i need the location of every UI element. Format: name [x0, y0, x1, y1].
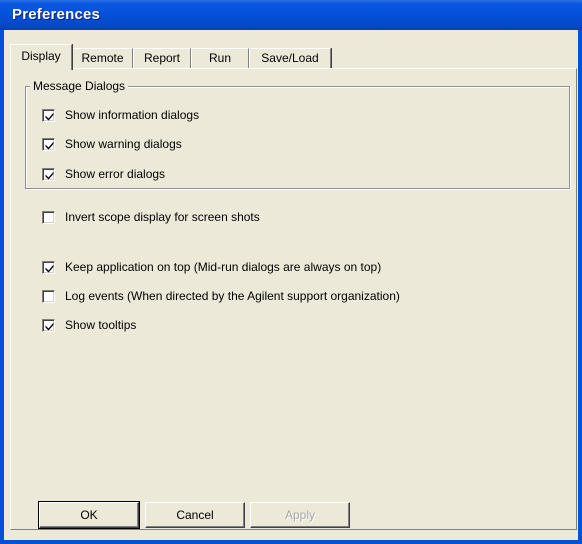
window-frame-left	[0, 30, 4, 544]
show-tooltips-checkbox[interactable]	[42, 319, 55, 332]
preferences-dialog: Preferences Display Remote Report Run Sa…	[0, 0, 582, 544]
tab-remote-label: Remote	[81, 51, 124, 65]
keep-on-top-checkbox[interactable]	[42, 261, 55, 274]
invert-scope-label: Invert scope display for screen shots	[65, 210, 260, 224]
window-title: Preferences	[12, 6, 101, 23]
tab-run[interactable]: Run	[191, 48, 249, 68]
tab-remote[interactable]: Remote	[72, 48, 133, 68]
show-error-dialogs-label: Show error dialogs	[65, 167, 166, 181]
ok-button[interactable]: OK	[38, 501, 140, 529]
window-frame-right	[578, 30, 582, 544]
cancel-button[interactable]: Cancel	[145, 502, 245, 528]
show-warning-dialogs-label: Show warning dialogs	[65, 137, 182, 151]
message-dialogs-legend: Message Dialogs	[30, 79, 129, 93]
tab-save-load-label: Save/Load	[261, 51, 319, 65]
checkmark-icon	[45, 141, 54, 150]
show-error-dialogs-checkbox[interactable]	[42, 168, 55, 181]
title-bar[interactable]: Preferences	[0, 0, 582, 30]
tab-save-load[interactable]: Save/Load	[249, 48, 331, 68]
show-information-dialogs-checkbox[interactable]	[42, 109, 55, 122]
apply-button[interactable]: Apply	[250, 502, 350, 528]
checkmark-icon	[45, 322, 54, 331]
show-information-dialogs-label: Show information dialogs	[65, 108, 200, 122]
invert-scope-checkbox[interactable]	[42, 211, 55, 224]
tab-report[interactable]: Report	[133, 48, 191, 68]
tab-display-label: Display	[21, 49, 61, 63]
checkmark-icon	[45, 171, 54, 180]
show-warning-dialogs-checkbox[interactable]	[42, 138, 55, 151]
log-events-checkbox[interactable]	[42, 290, 55, 303]
checkmark-icon	[45, 112, 54, 121]
show-tooltips-label: Show tooltips	[65, 318, 137, 332]
tab-run-label: Run	[208, 51, 231, 65]
tab-display[interactable]: Display	[10, 44, 72, 70]
window-frame-bottom	[0, 540, 582, 544]
log-events-label: Log events (When directed by the Agilent…	[65, 289, 400, 303]
keep-on-top-label: Keep application on top (Mid-run dialogs…	[65, 260, 382, 274]
checkmark-icon	[45, 264, 54, 273]
tab-report-label: Report	[143, 51, 181, 65]
